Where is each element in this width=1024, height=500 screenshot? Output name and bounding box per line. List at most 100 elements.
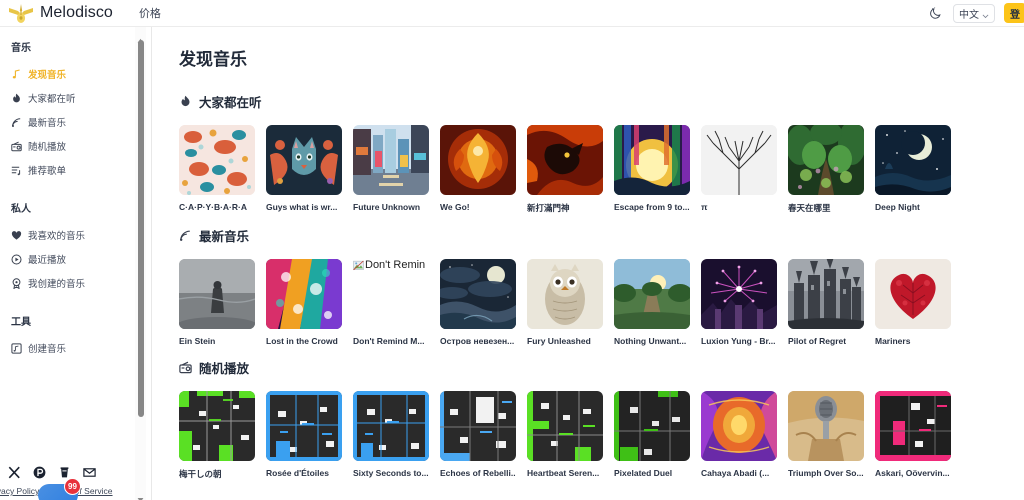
album-art[interactable] bbox=[266, 391, 342, 461]
privacy-policy-link[interactable]: rivacy Policy bbox=[0, 486, 39, 496]
music-card[interactable]: Luxion Yung - Br... bbox=[701, 259, 777, 346]
album-art[interactable] bbox=[179, 259, 255, 329]
album-art[interactable] bbox=[527, 391, 603, 461]
chat-widget[interactable]: 99 bbox=[38, 478, 84, 500]
music-card-title: Echoes of Rebelli... bbox=[440, 468, 516, 478]
music-card[interactable]: Heartbeat Seren... bbox=[527, 391, 603, 480]
scroll-up-arrow-icon[interactable] bbox=[137, 31, 144, 43]
sidebar-scrollbar-thumb[interactable] bbox=[137, 40, 144, 417]
radio-icon bbox=[11, 141, 22, 152]
album-art[interactable] bbox=[527, 259, 603, 329]
music-card[interactable]: Pilot of Regret bbox=[788, 259, 864, 346]
music-card[interactable]: Sixty Seconds to... bbox=[353, 391, 429, 480]
music-card[interactable]: Guys what is wr... bbox=[266, 125, 342, 214]
music-card-title: 梅干しの朝 bbox=[179, 469, 222, 479]
card-row: Ein Stein Lost in the Crowd Don't Remin … bbox=[176, 259, 1024, 346]
album-art[interactable] bbox=[179, 391, 255, 461]
language-selector[interactable]: 中文 bbox=[953, 3, 995, 23]
album-art[interactable] bbox=[614, 391, 690, 461]
flame-icon bbox=[179, 95, 192, 108]
music-card[interactable]: Mariners bbox=[875, 259, 951, 346]
sidebar-item-label: 发现音乐 bbox=[28, 70, 67, 81]
chevron-down-icon bbox=[982, 11, 989, 19]
music-card[interactable]: π bbox=[701, 125, 777, 214]
playlist-icon bbox=[11, 165, 22, 176]
music-card[interactable]: Pixelated Duel bbox=[614, 391, 690, 480]
music-card-title: Ein Stein bbox=[179, 336, 216, 346]
clock-play-icon bbox=[11, 254, 22, 265]
sidebar-item-discover-music[interactable]: 发现音乐 bbox=[9, 62, 135, 86]
music-card[interactable]: Fury Unleashed bbox=[527, 259, 603, 346]
album-art[interactable] bbox=[440, 125, 516, 195]
album-art[interactable] bbox=[527, 125, 603, 195]
music-card[interactable]: Don't Remin Don't Remind M... bbox=[353, 259, 429, 346]
album-art[interactable] bbox=[614, 259, 690, 329]
sidebar-item-latest-music[interactable]: 最新音乐 bbox=[9, 110, 135, 134]
sidebar-item-recommended-playlists[interactable]: 推荐歌单 bbox=[9, 158, 135, 182]
album-art[interactable] bbox=[440, 259, 516, 329]
music-card[interactable]: Ein Stein bbox=[179, 259, 255, 346]
music-card[interactable]: 春天在哪里 bbox=[788, 125, 864, 214]
album-art[interactable] bbox=[701, 259, 777, 329]
heart-icon bbox=[11, 230, 22, 241]
sidebar-item-liked-music[interactable]: 我喜欢的音乐 bbox=[9, 223, 135, 247]
body-row: 音乐 发现音乐 大家都在听 最新音乐 随机播放 推荐歌单 私人 我喜欢的音乐 最… bbox=[0, 27, 1024, 500]
signin-button[interactable]: 登 bbox=[1004, 3, 1024, 23]
music-card[interactable]: Escape from 9 to... bbox=[614, 125, 690, 214]
nav-link-pricing[interactable]: 价格 bbox=[139, 5, 161, 21]
section-header: 最新音乐 bbox=[179, 226, 1024, 245]
music-card[interactable]: Rosée d'Étoiles bbox=[266, 391, 342, 480]
broken-image-icon bbox=[353, 260, 364, 271]
album-art[interactable] bbox=[788, 391, 864, 461]
music-card-title: π bbox=[701, 202, 708, 212]
album-art[interactable] bbox=[788, 259, 864, 329]
album-art[interactable] bbox=[266, 125, 342, 195]
music-card[interactable]: 新打滿門神 bbox=[527, 125, 603, 214]
sidebar-scrollbar[interactable] bbox=[135, 27, 146, 500]
brand[interactable]: Melodisco bbox=[8, 2, 113, 24]
album-art[interactable] bbox=[440, 391, 516, 461]
album-art[interactable] bbox=[701, 125, 777, 195]
album-art[interactable] bbox=[179, 125, 255, 195]
album-art-broken-image[interactable]: Don't Remin bbox=[353, 259, 429, 329]
moon-icon[interactable] bbox=[927, 5, 944, 22]
music-card-title: Mariners bbox=[875, 336, 911, 346]
music-card[interactable]: Остров невезен... bbox=[440, 259, 516, 346]
album-art[interactable] bbox=[614, 125, 690, 195]
music-card[interactable]: Askari, Oövervin... bbox=[875, 391, 951, 480]
sidebar-item-created-music[interactable]: 我创建的音乐 bbox=[9, 271, 135, 295]
music-card[interactable]: Lost in the Crowd bbox=[266, 259, 342, 346]
sidebar-item-shuffle-play[interactable]: 随机播放 bbox=[9, 134, 135, 158]
email-icon[interactable] bbox=[83, 466, 96, 479]
sidebar: 音乐 发现音乐 大家都在听 最新音乐 随机播放 推荐歌单 私人 我喜欢的音乐 最… bbox=[0, 27, 152, 500]
section-header: 大家都在听 bbox=[179, 92, 1024, 111]
sidebar-item-label: 我喜欢的音乐 bbox=[28, 231, 86, 242]
music-card[interactable]: Cahaya Abadi (... bbox=[701, 391, 777, 480]
album-art[interactable] bbox=[875, 259, 951, 329]
album-art[interactable] bbox=[353, 125, 429, 195]
music-card[interactable]: Deep Night bbox=[875, 125, 951, 214]
x-twitter-icon[interactable] bbox=[8, 466, 21, 479]
sidebar-item-recently-played[interactable]: 最近播放 bbox=[9, 247, 135, 271]
music-card[interactable]: Triumph Over So... bbox=[788, 391, 864, 480]
album-art[interactable] bbox=[353, 391, 429, 461]
sidebar-item-create-music[interactable]: 创建音乐 bbox=[9, 336, 135, 360]
music-card[interactable]: Nothing Unwant... bbox=[614, 259, 690, 346]
album-art[interactable] bbox=[701, 391, 777, 461]
top-navigation-bar: Melodisco 价格 中文 登 bbox=[0, 0, 1024, 27]
album-art[interactable] bbox=[875, 391, 951, 461]
music-card-title: C·A·P·Y·B·A·R·A bbox=[179, 202, 247, 212]
album-art[interactable] bbox=[788, 125, 864, 195]
sidebar-group-music: 音乐 发现音乐 大家都在听 最新音乐 随机播放 推荐歌单 bbox=[9, 39, 135, 182]
music-card[interactable]: 梅干しの朝 bbox=[179, 391, 255, 480]
sidebar-item-label: 最近播放 bbox=[28, 255, 67, 266]
album-art[interactable] bbox=[266, 259, 342, 329]
music-card[interactable]: C·A·P·Y·B·A·R·A bbox=[179, 125, 255, 214]
sidebar-item-trending[interactable]: 大家都在听 bbox=[9, 86, 135, 110]
music-card[interactable]: Echoes of Rebelli... bbox=[440, 391, 516, 480]
scroll-down-arrow-icon[interactable] bbox=[137, 490, 144, 500]
music-card[interactable]: Future Unknown bbox=[353, 125, 429, 214]
music-card[interactable]: We Go! bbox=[440, 125, 516, 214]
page-title: 发现音乐 bbox=[179, 50, 247, 69]
album-art[interactable] bbox=[875, 125, 951, 195]
